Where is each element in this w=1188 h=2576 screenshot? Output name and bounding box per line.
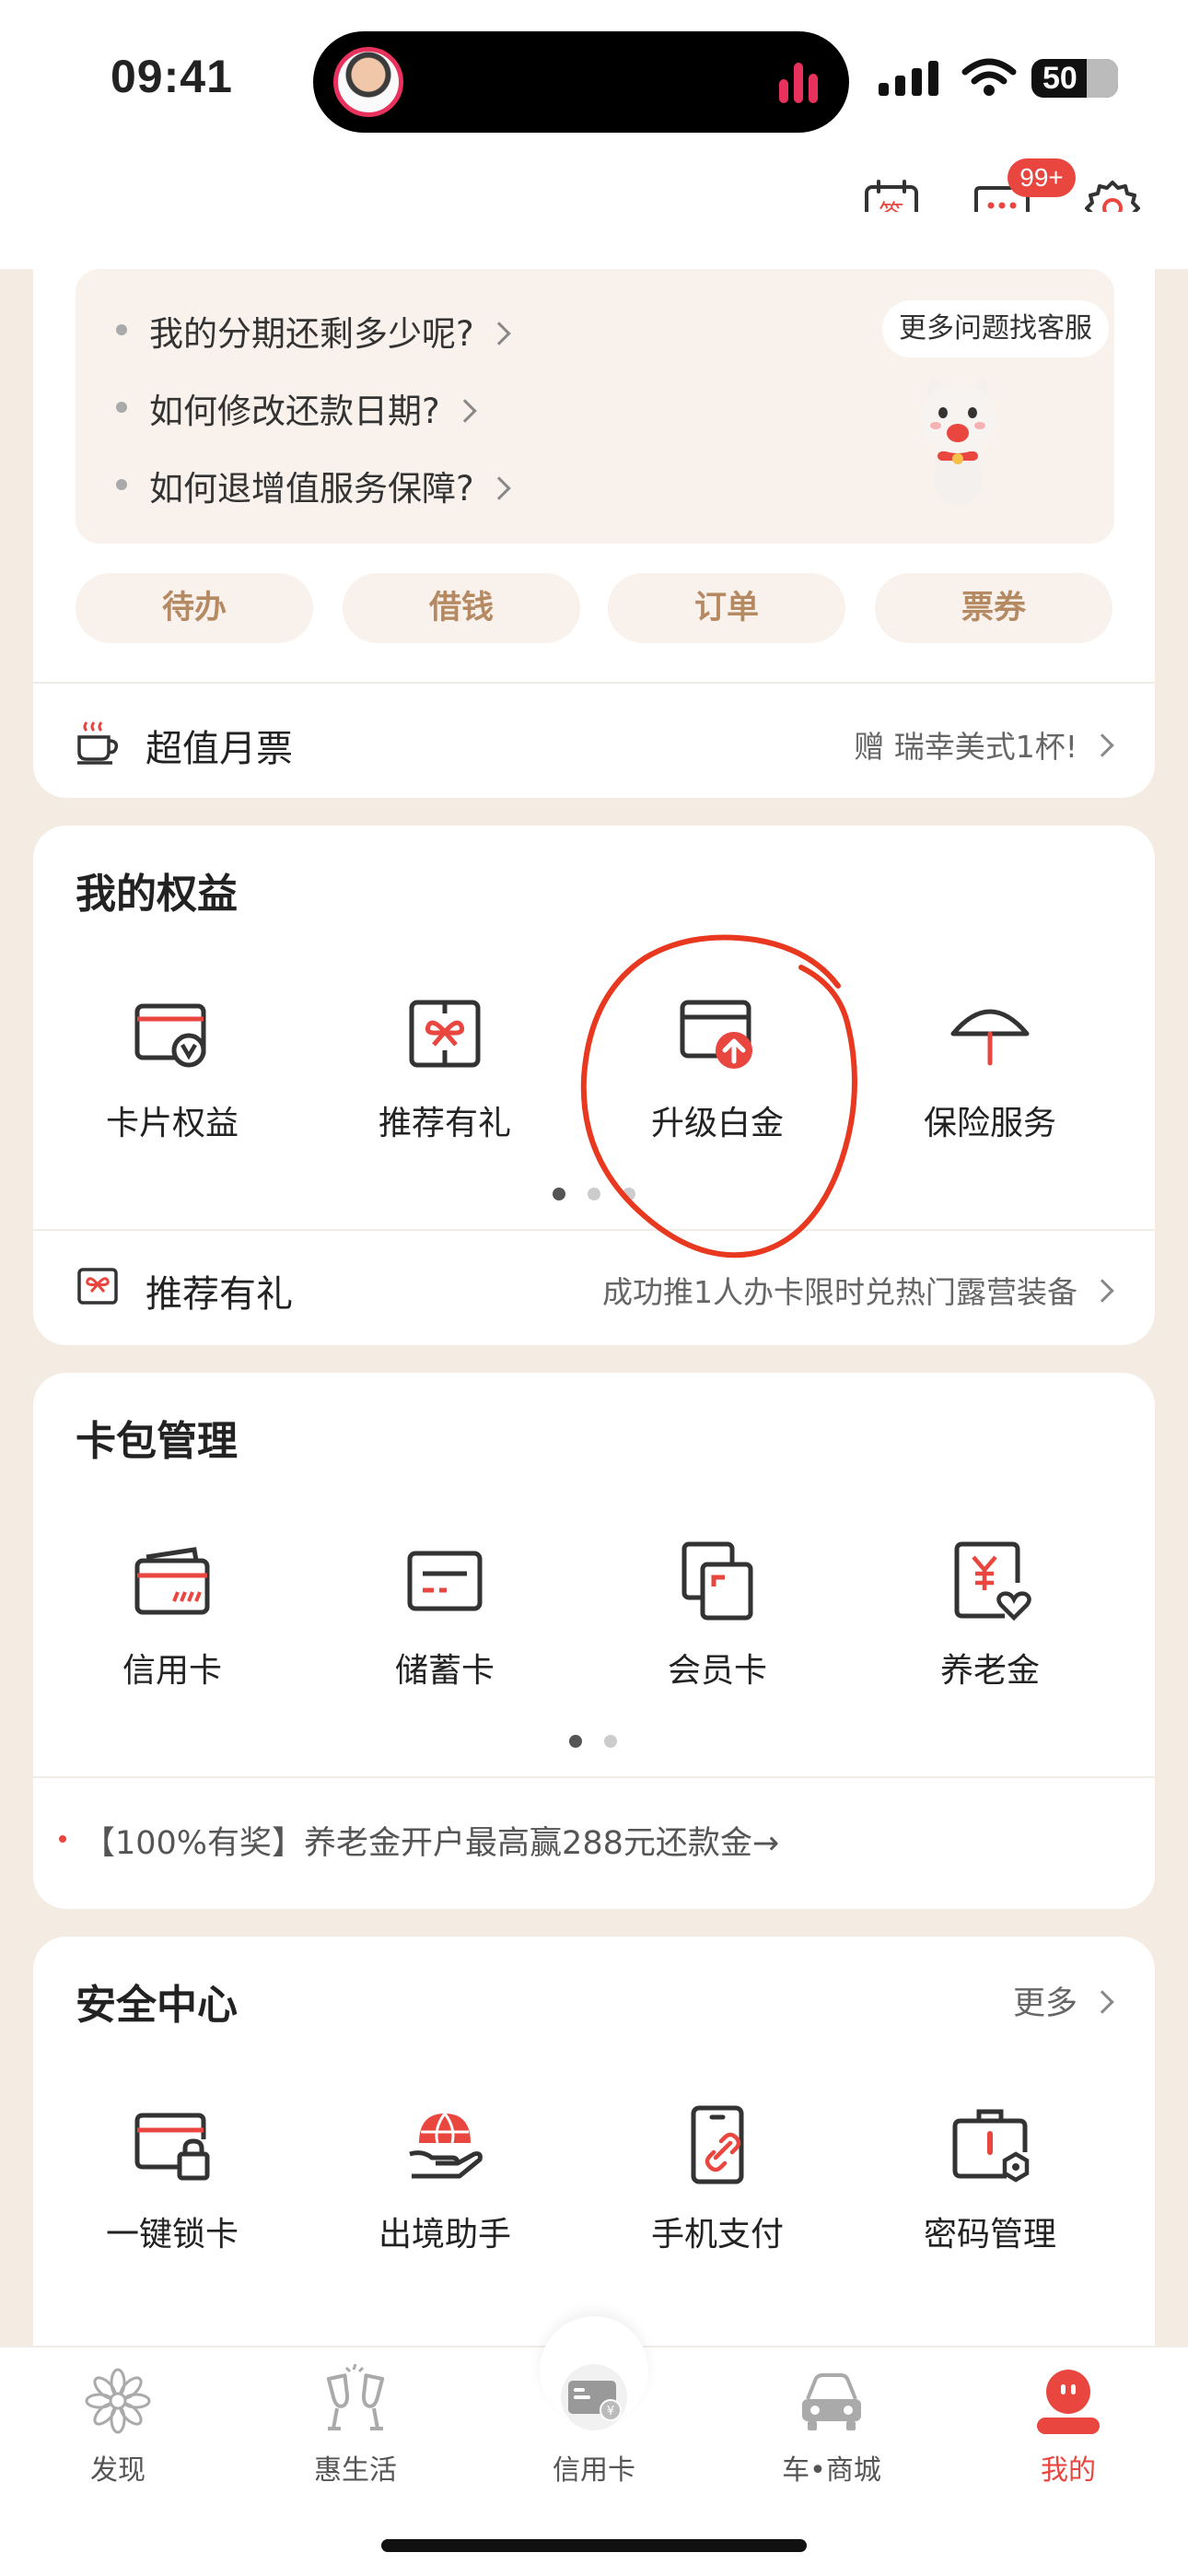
wallet-card: 卡包管理 信用卡 储蓄卡 会员卡 养老金 【100%有奖】养老金开户最高赢288… bbox=[33, 1373, 1155, 1909]
monthly-ticket-label: 超值月票 bbox=[146, 728, 293, 770]
tab-borrow[interactable]: 借钱 bbox=[343, 573, 580, 643]
wifi-icon bbox=[961, 58, 1017, 96]
help-card: 我的分期还剩多少呢? 如何修改还款日期? 如何退增值服务保障? 更多问题找客服 … bbox=[33, 212, 1155, 798]
faq-panel: 我的分期还剩多少呢? 如何修改还款日期? 如何退增值服务保障? 更多问题找客服 bbox=[76, 269, 1114, 544]
tab-life[interactable]: 惠生活 bbox=[263, 2364, 448, 2488]
monthly-ticket-promo: 赠 瑞幸美式1杯! bbox=[854, 722, 1114, 767]
upgrade-card-icon bbox=[680, 1000, 752, 1069]
audio-bars-icon bbox=[779, 63, 821, 103]
coffee-cup-icon bbox=[77, 721, 119, 765]
tab-orders[interactable]: 订单 bbox=[608, 573, 845, 643]
carousel-dots bbox=[569, 1734, 639, 1748]
security-password-manage[interactable]: 密码管理 bbox=[854, 2101, 1126, 2255]
globe-hand-icon bbox=[409, 2113, 483, 2179]
user-profile-icon bbox=[1037, 2370, 1100, 2434]
home-indicator bbox=[381, 2539, 807, 2552]
pension-promo-text: 【100%有奖】养老金开户最高赢288元还款金→ bbox=[83, 1825, 780, 1862]
briefcase-lock-icon bbox=[952, 2109, 1030, 2183]
benefit-upgrade-platinum[interactable]: 升级白金 bbox=[581, 989, 854, 1144]
wallet-pension[interactable]: 养老金 bbox=[854, 1537, 1126, 1692]
security-more-link[interactable]: 更多 bbox=[1013, 1977, 1114, 2024]
car-icon bbox=[802, 2373, 861, 2430]
pension-icon bbox=[954, 1541, 1031, 1622]
flower-icon bbox=[85, 2368, 151, 2434]
cheers-glasses-icon bbox=[326, 2364, 385, 2430]
chevron-right-icon bbox=[1090, 1279, 1114, 1303]
carousel-dots bbox=[553, 1187, 658, 1200]
message-badge: 99+ bbox=[1007, 158, 1076, 197]
wallet-title: 卡包管理 bbox=[76, 1418, 238, 1465]
umbrella-icon bbox=[950, 1009, 1030, 1066]
credit-card-icon bbox=[134, 1547, 210, 1615]
tab-credit-card[interactable]: ¥ 信用卡 bbox=[502, 2364, 686, 2488]
tab-car-mall[interactable]: 车•商城 bbox=[740, 2364, 924, 2488]
chevron-right-icon bbox=[1090, 1990, 1114, 2014]
pension-promo-row[interactable]: 【100%有奖】养老金开户最高赢288元还款金→ bbox=[33, 1778, 1155, 1909]
chevron-right-icon bbox=[486, 322, 511, 345]
security-mobile-pay[interactable]: 手机支付 bbox=[581, 2101, 854, 2255]
chevron-right-icon bbox=[452, 399, 477, 423]
bullet-dot bbox=[59, 1835, 66, 1843]
tab-discover[interactable]: 发现 bbox=[26, 2364, 210, 2488]
chevron-right-icon bbox=[486, 476, 511, 500]
status-icons: 50 bbox=[879, 53, 1127, 100]
card-rights-icon bbox=[134, 1003, 206, 1068]
faq-item[interactable]: 如何退增值服务保障? bbox=[116, 461, 511, 510]
faq-item[interactable]: 如何修改还款日期? bbox=[116, 383, 477, 433]
monthly-ticket-row[interactable]: 超值月票 赠 瑞幸美式1杯! bbox=[33, 684, 1155, 798]
svg-text:¥: ¥ bbox=[607, 2405, 614, 2418]
customer-service-link[interactable]: 更多问题找客服 bbox=[882, 300, 1109, 357]
signal-icon bbox=[879, 59, 943, 96]
benefit-card-rights[interactable]: 卡片权益 bbox=[36, 989, 309, 1144]
phone-link-icon bbox=[691, 2105, 744, 2184]
security-travel-assistant[interactable]: 出境助手 bbox=[309, 2101, 581, 2255]
security-title: 安全中心 bbox=[76, 1982, 238, 2029]
wallet-debit-card[interactable]: 储蓄卡 bbox=[309, 1537, 581, 1692]
wallet-member-card[interactable]: 会员卡 bbox=[581, 1537, 854, 1692]
wallet-credit-card[interactable]: 信用卡 bbox=[36, 1537, 309, 1692]
chevron-right-icon bbox=[1090, 733, 1114, 757]
dynamic-island bbox=[313, 31, 849, 133]
gift-small-icon bbox=[77, 1268, 118, 1305]
tab-todo[interactable]: 待办 bbox=[76, 573, 313, 643]
referral-label: 推荐有礼 bbox=[146, 1273, 293, 1316]
benefit-referral[interactable]: 推荐有礼 bbox=[309, 989, 581, 1144]
benefits-card: 我的权益 卡片权益 推荐有礼 升级白金 保险服务 推荐有礼 成功推1人办卡限时兑… bbox=[33, 825, 1155, 1345]
status-time: 09:41 bbox=[111, 51, 233, 102]
member-card-icon bbox=[681, 1541, 753, 1621]
faq-item[interactable]: 我的分期还剩多少呢? bbox=[116, 306, 511, 356]
referral-row[interactable]: 推荐有礼 成功推1人办卡限时兑热门露营装备 bbox=[33, 1231, 1155, 1345]
mascot-cat-icon bbox=[921, 376, 995, 505]
battery-icon: 50 bbox=[1031, 59, 1118, 98]
benefits-title: 我的权益 bbox=[76, 871, 238, 918]
security-lock-card[interactable]: 一键锁卡 bbox=[36, 2101, 309, 2255]
tab-mine[interactable]: 我的 bbox=[976, 2364, 1160, 2488]
gift-box-icon bbox=[409, 1000, 481, 1068]
debit-card-icon bbox=[407, 1551, 483, 1611]
benefit-insurance[interactable]: 保险服务 bbox=[854, 989, 1126, 1144]
lock-card-icon bbox=[134, 2113, 210, 2181]
tab-coupons[interactable]: 票券 bbox=[875, 573, 1112, 643]
referral-promo: 成功推1人办卡限时兑热门露营装备 bbox=[602, 1268, 1114, 1312]
avatar bbox=[333, 47, 403, 117]
credit-card-tab-icon: ¥ bbox=[561, 2364, 627, 2430]
